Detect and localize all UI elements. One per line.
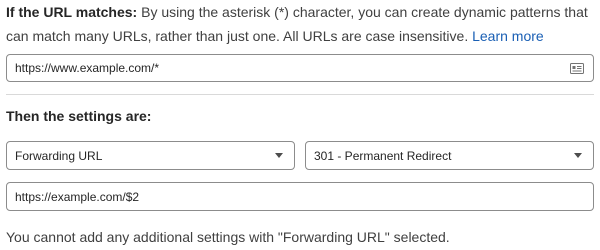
- url-match-description: If the URL matches: By using the asteris…: [6, 0, 594, 48]
- status-code-select-value: 301 - Permanent Redirect: [314, 148, 452, 163]
- url-match-label: If the URL matches:: [6, 4, 138, 20]
- page-rule-form: If the URL matches: By using the asteris…: [0, 0, 600, 250]
- chevron-down-icon: [275, 153, 283, 158]
- url-match-input[interactable]: https://www.example.com/*: [6, 54, 594, 82]
- settings-note: You cannot add any additional settings w…: [6, 229, 450, 245]
- destination-url-value: https://example.com/$2: [15, 189, 140, 204]
- status-code-select[interactable]: 301 - Permanent Redirect: [305, 141, 594, 170]
- destination-url-input[interactable]: https://example.com/$2: [6, 182, 594, 211]
- settings-title: Then the settings are:: [6, 108, 152, 124]
- learn-more-link[interactable]: Learn more: [472, 28, 544, 44]
- setting-select[interactable]: Forwarding URL: [6, 141, 295, 170]
- url-match-value: https://www.example.com/*: [15, 61, 160, 75]
- setting-select-value: Forwarding URL: [15, 148, 103, 163]
- contact-card-icon[interactable]: [569, 62, 585, 74]
- section-divider: [6, 94, 594, 95]
- chevron-down-icon: [574, 153, 582, 158]
